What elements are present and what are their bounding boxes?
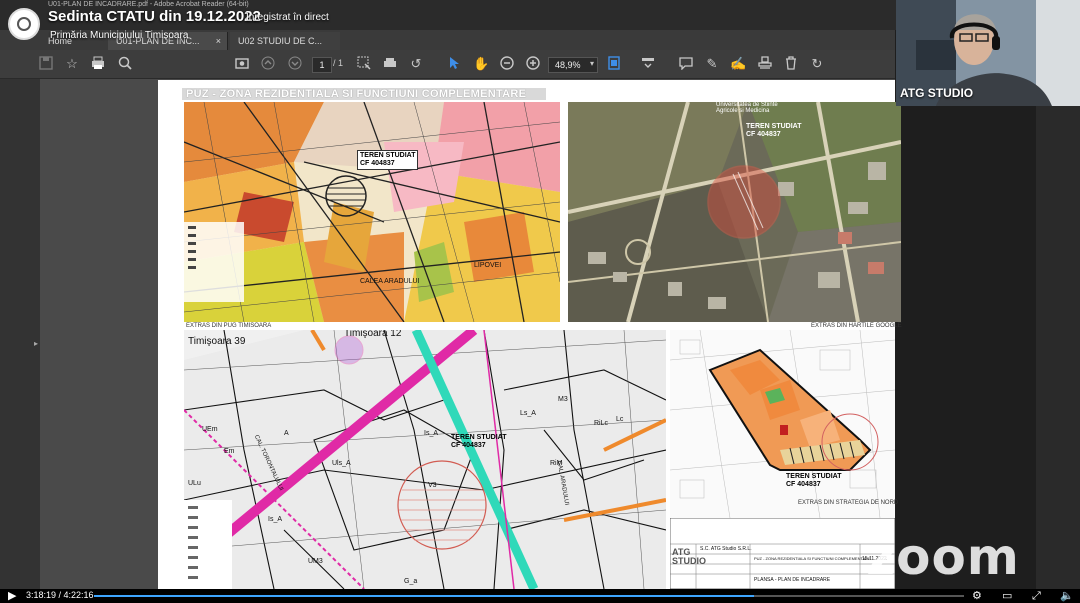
play-icon[interactable]: ▶ [8, 589, 16, 603]
pug-map-panel: TEREN STUDIAT CF 404837 CALEA ARADULUI L… [184, 102, 560, 322]
acrobat-toolbar: ☆ 1 / 1 ↺ ✋ 48,9% ▾ ✎ ✍ ↻ [0, 50, 895, 79]
target-label-line2: CF 404837 [451, 442, 486, 449]
zone-code: Is_A [268, 516, 283, 523]
zone-code: Em [224, 448, 235, 455]
zone-code: UM3 [308, 558, 323, 565]
district-label: Timişoara 39 [188, 336, 246, 347]
volume-icon[interactable]: 🔈 [1060, 589, 1074, 603]
target-label-line2: CF 404837 [746, 131, 781, 138]
north-strategy-graphic [670, 330, 895, 518]
panel-caption: EXTRAS DIN PUG TIMISOARA [186, 323, 272, 329]
delete-icon[interactable] [783, 56, 799, 72]
sign-icon[interactable]: ✍ [730, 56, 746, 72]
zone-code: Is_A [424, 430, 439, 437]
street-label: CALEA ARADULUI [360, 278, 420, 285]
zone-code: A [284, 430, 289, 437]
zone-code: ULu [188, 480, 201, 487]
miniplayer-icon[interactable]: ▭ [1002, 589, 1012, 603]
zone-code: UEm [202, 426, 218, 433]
zone-code: G_a [404, 578, 418, 585]
panel-caption: EXTRAS DIN HARTILE GOOGLE [811, 323, 902, 329]
district-label: Timişoara 12 [344, 330, 402, 339]
stamp-icon[interactable] [757, 56, 773, 72]
sheet-name: PLANSA - PLAN DE INCADRARE [754, 577, 831, 583]
pointer-tool-icon[interactable] [446, 56, 462, 72]
participant-video-tile[interactable]: ATG STUDIO [896, 0, 1080, 106]
tab-document-2[interactable]: U02 STUDIU DE C... [230, 32, 340, 50]
print-icon[interactable] [90, 56, 106, 72]
pdf-title: PUZ - ZONA REZIDENTIALA SI FUNCTIUNI COM… [182, 88, 546, 100]
pdf-page: PUZ - ZONA REZIDENTIALA SI FUNCTIUNI COM… [158, 80, 902, 589]
company-name: S.C. ATG Studio S.R.L. [700, 546, 752, 552]
page-number-input[interactable]: 1 [312, 57, 332, 73]
left-navigation-rail: ▸ [0, 79, 40, 589]
company-logo: ATG STUDIO [672, 547, 707, 566]
zoning-map-graphic [184, 330, 666, 589]
close-icon[interactable]: × [216, 32, 221, 50]
zone-code: Uls_A [332, 460, 351, 467]
page-total-label: / 1 [333, 58, 344, 68]
target-label: TEREN STUDIAT CF 404837 [744, 122, 803, 140]
scroll-mode-icon[interactable] [640, 56, 656, 72]
target-label: TEREN STUDIAT CF 404837 [784, 472, 843, 490]
print-alt-icon[interactable] [382, 56, 398, 72]
panel-caption: EXTRAS DIN STRATEGIA DE NORD [798, 500, 899, 506]
comment-icon[interactable] [678, 56, 694, 72]
expand-panel-icon[interactable]: ▸ [34, 339, 38, 348]
title-block: ATG STUDIO S.C. ATG Studio S.R.L. PUZ - … [670, 518, 895, 589]
target-label-line2: CF 404837 [786, 481, 821, 488]
zone-code: M3 [558, 396, 568, 403]
hand-tool-icon[interactable]: ✋ [473, 56, 489, 72]
bookmark-star-icon[interactable]: ☆ [64, 56, 80, 72]
progress-bar[interactable] [94, 595, 964, 597]
target-label-line1: TEREN STUDIAT [786, 473, 842, 480]
redo-icon[interactable]: ↻ [809, 56, 825, 72]
search-icon[interactable] [117, 56, 133, 72]
zone-code: Lc [616, 416, 624, 423]
participant-name: ATG STUDIO [900, 86, 974, 100]
highlight-pen-icon[interactable]: ✎ [704, 56, 720, 72]
target-label-line1: TEREN STUDIAT [360, 152, 416, 159]
settings-icon[interactable]: ⚙ [972, 589, 982, 603]
fit-page-icon[interactable] [606, 56, 622, 72]
target-label-line1: TEREN STUDIAT [746, 123, 802, 130]
progress-fill [94, 595, 755, 597]
right-side-panel [1036, 106, 1080, 589]
page-up-icon[interactable] [260, 56, 276, 72]
meeting-title: Sedinta CTATU din 19.12.2022 [48, 8, 261, 25]
street-label: LIPOVEI [474, 262, 502, 269]
fullscreen-icon[interactable]: ⤢ [1032, 589, 1041, 603]
video-player-bar: ▶ 3:18:19 / 4:22:16 ⚙ ▭ ⤢ 🔈 [0, 589, 1080, 603]
zoom-out-icon[interactable] [499, 56, 515, 72]
chevron-down-icon[interactable]: ▾ [584, 56, 600, 72]
acrobat-window-title: U01-PLAN DE INCADRARE.pdf - Adobe Acroba… [48, 1, 249, 8]
organization-name: Primăria Municipiului Timișoara [50, 30, 189, 41]
poi-label: Universitatea de Stiinte Agricole si Med… [716, 102, 778, 114]
zoning-map-panel: Timişoara 12 Timişoara 39 TEREN STUDIAT … [184, 330, 666, 589]
target-label-line1: TEREN STUDIAT [451, 434, 507, 441]
zone-code: RiLc [594, 420, 609, 427]
city-hall-logo [8, 8, 40, 40]
live-recording-label: Înregistrat în direct [246, 12, 329, 23]
zone-code: Ls_A [520, 410, 536, 417]
pug-map-graphic [184, 102, 560, 322]
satellite-map-panel: TEREN STUDIAT CF 404837 Universitatea de… [568, 102, 901, 322]
select-tool-icon[interactable] [356, 56, 372, 72]
zoom-in-icon[interactable] [525, 56, 541, 72]
page-down-icon[interactable] [287, 56, 303, 72]
undo-icon[interactable]: ↺ [408, 56, 424, 72]
target-label-line2: CF 404837 [360, 160, 395, 167]
crest-icon [17, 17, 31, 31]
playback-time: 3:18:19 / 4:22:16 [26, 590, 94, 600]
zoom-watermark: zoom [866, 528, 1020, 586]
target-label: TEREN STUDIAT CF 404837 [357, 150, 419, 170]
north-strategy-panel: TEREN STUDIAT CF 404837 [670, 330, 895, 518]
zone-code: V3 [428, 482, 437, 489]
save-icon[interactable] [38, 56, 54, 72]
target-label: TEREN STUDIAT CF 404837 [449, 433, 508, 451]
screenshot-icon[interactable] [234, 56, 250, 72]
satellite-map-graphic [568, 102, 901, 322]
project-name: PUZ - ZONA REZIDENTIALA SI FUNCTIUNI COM… [754, 556, 871, 561]
